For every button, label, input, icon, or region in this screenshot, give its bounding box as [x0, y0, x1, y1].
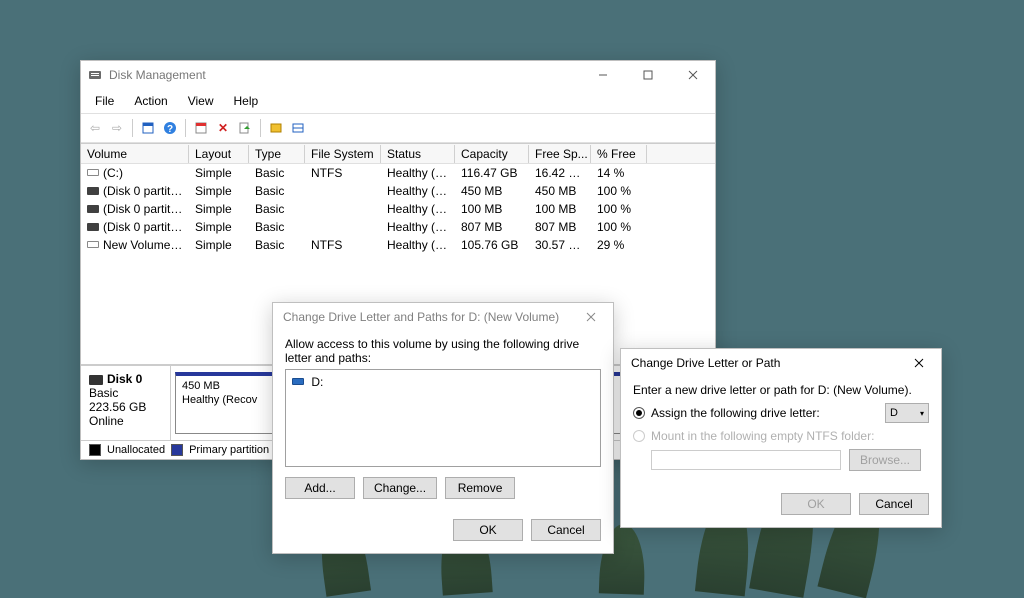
toolbar: ⇦ ⇨ ? ✕ [81, 114, 715, 143]
partition-status: Healthy (Recov [182, 394, 286, 408]
app-icon [87, 67, 103, 83]
col-pctfree[interactable]: % Free [591, 145, 647, 163]
delete-icon[interactable]: ✕ [213, 118, 233, 138]
help-icon[interactable]: ? [160, 118, 180, 138]
list-item[interactable]: D: [290, 374, 596, 390]
minimize-button[interactable] [580, 61, 625, 89]
cancel-button[interactable]: Cancel [859, 493, 929, 515]
radio-assign-letter[interactable] [633, 407, 645, 419]
close-button[interactable] [670, 61, 715, 89]
legend-primary: Primary partition [189, 444, 269, 456]
table-row[interactable]: (C:)SimpleBasicNTFSHealthy (B...116.47 G… [81, 164, 715, 182]
cancel-button[interactable]: Cancel [531, 519, 601, 541]
toolbar-divider [132, 119, 133, 137]
col-capacity[interactable]: Capacity [455, 145, 529, 163]
dialog-titlebar[interactable]: Change Drive Letter or Path [621, 349, 941, 377]
maximize-button[interactable] [625, 61, 670, 89]
dropdown-value: D [890, 407, 898, 419]
remove-button[interactable]: Remove [445, 477, 515, 499]
window-title: Disk Management [109, 68, 580, 82]
col-layout[interactable]: Layout [189, 145, 249, 163]
titlebar[interactable]: Disk Management [81, 61, 715, 89]
col-filesystem[interactable]: File System [305, 145, 381, 163]
disk-type: Basic [89, 386, 162, 400]
dialog-title: Change Drive Letter or Path [631, 356, 899, 370]
disk-label: Disk 0 [107, 372, 142, 386]
menu-file[interactable]: File [85, 91, 124, 111]
table-row[interactable]: (Disk 0 partition 5)SimpleBasicHealthy (… [81, 218, 715, 236]
toolbar-divider [260, 119, 261, 137]
drive-letter-label: D: [311, 375, 323, 389]
forward-icon[interactable]: ⇨ [107, 118, 127, 138]
radio-assign-label: Assign the following drive letter: [651, 406, 820, 420]
table-row[interactable]: (Disk 0 partition 1)SimpleBasicHealthy (… [81, 182, 715, 200]
refresh-icon[interactable] [191, 118, 211, 138]
drive-icon [292, 378, 304, 385]
mount-path-input [651, 450, 841, 470]
back-icon[interactable]: ⇦ [85, 118, 105, 138]
disk-size: 223.56 GB [89, 400, 162, 414]
col-freespace[interactable]: Free Sp... [529, 145, 591, 163]
disk-header[interactable]: Disk 0 Basic 223.56 GB Online [81, 366, 171, 440]
toolbar-divider [185, 119, 186, 137]
table-header[interactable]: Volume Layout Type File System Status Ca… [81, 144, 715, 164]
col-type[interactable]: Type [249, 145, 305, 163]
svg-text:?: ? [167, 124, 173, 135]
table-row[interactable]: New Volume (...SimpleBasicNTFSHealthy (P… [81, 236, 715, 254]
ok-button[interactable]: OK [453, 519, 523, 541]
menu-view[interactable]: View [178, 91, 224, 111]
add-button[interactable]: Add... [285, 477, 355, 499]
drive-letter-dropdown[interactable]: D ▾ [885, 403, 929, 423]
swatch-primary [171, 444, 183, 456]
swatch-unallocated [89, 444, 101, 456]
close-button[interactable] [899, 350, 939, 376]
ok-button[interactable]: OK [781, 493, 851, 515]
drive-paths-listbox[interactable]: D: [285, 369, 601, 467]
legend-unallocated: Unallocated [107, 444, 165, 456]
properties-icon[interactable] [235, 118, 255, 138]
dialog-title: Change Drive Letter and Paths for D: (Ne… [283, 310, 571, 324]
chevron-down-icon: ▾ [920, 409, 924, 418]
drive-icon [87, 169, 99, 176]
col-status[interactable]: Status [381, 145, 455, 163]
dialog-instruction: Enter a new drive letter or path for D: … [633, 383, 929, 397]
menu-help[interactable]: Help [224, 91, 269, 111]
change-button[interactable]: Change... [363, 477, 437, 499]
dialog-instruction: Allow access to this volume by using the… [285, 337, 601, 365]
change-drive-letter-paths-dialog: Change Drive Letter and Paths for D: (Ne… [272, 302, 614, 554]
close-button[interactable] [571, 304, 611, 330]
menu-action[interactable]: Action [124, 91, 177, 111]
disk-icon [89, 375, 103, 385]
drive-icon [87, 187, 99, 195]
drive-icon [87, 205, 99, 213]
dialog-titlebar[interactable]: Change Drive Letter and Paths for D: (Ne… [273, 303, 613, 331]
radio-mount-folder[interactable] [633, 430, 645, 442]
radio-mount-label: Mount in the following empty NTFS folder… [651, 429, 874, 443]
disk-status: Online [89, 414, 162, 428]
action-icon[interactable] [266, 118, 286, 138]
drive-icon [87, 223, 99, 231]
col-volume[interactable]: Volume [81, 145, 189, 163]
drive-icon [87, 241, 99, 248]
menubar: File Action View Help [81, 89, 715, 114]
partition-size: 450 MB [182, 380, 286, 394]
browse-button: Browse... [849, 449, 921, 471]
table-row[interactable]: (Disk 0 partition 2)SimpleBasicHealthy (… [81, 200, 715, 218]
change-drive-letter-dialog: Change Drive Letter or Path Enter a new … [620, 348, 942, 528]
show-hide-icon[interactable] [138, 118, 158, 138]
layout-icon[interactable] [288, 118, 308, 138]
